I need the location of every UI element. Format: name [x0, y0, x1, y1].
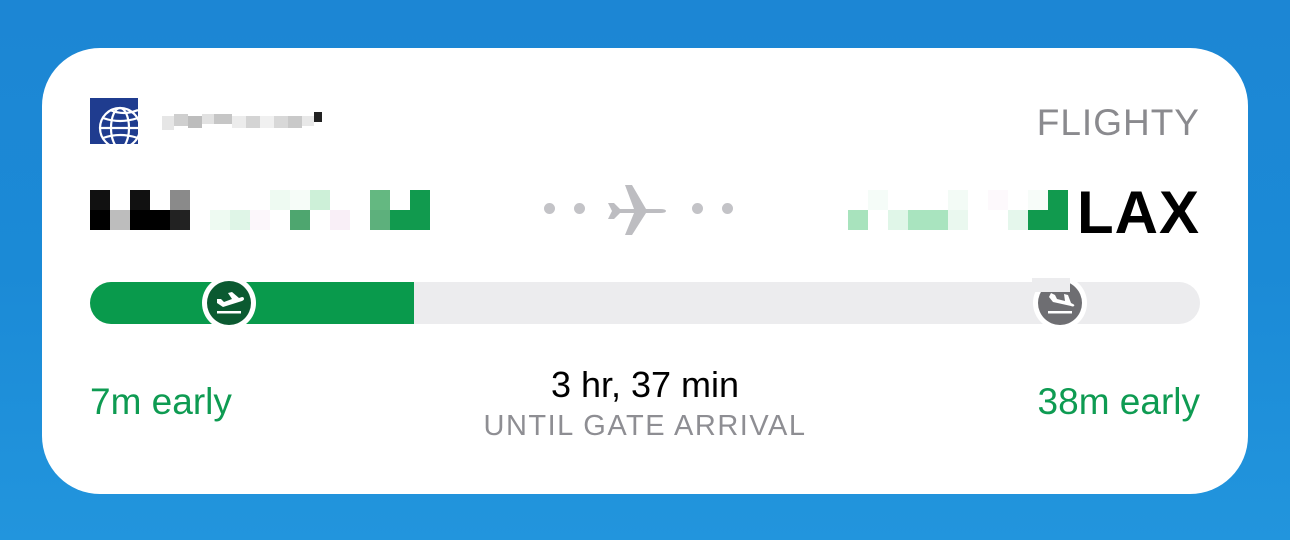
departure-marker	[202, 276, 256, 330]
takeoff-icon	[207, 281, 251, 325]
airline-logo	[90, 98, 138, 144]
app-brand-label: FLIGHTY	[1036, 102, 1200, 143]
route-dot	[722, 203, 733, 214]
flight-widget-card[interactable]: FLIGHTY LAX 7m early 3 hr, 37 min UNTIL …	[42, 48, 1248, 494]
route-dot	[574, 203, 585, 214]
route-dot	[544, 203, 555, 214]
flight-number-redacted	[162, 108, 322, 134]
redaction-block	[1032, 278, 1070, 292]
origin-airport-redacted	[90, 188, 435, 232]
destination-airport-code: LAX	[1077, 179, 1200, 246]
destination-city-redacted	[848, 188, 1078, 232]
arrival-status: 38m early	[1037, 381, 1200, 422]
airplane-icon	[606, 181, 668, 242]
route-connector	[542, 178, 742, 238]
flight-progress-track	[90, 276, 1200, 330]
route-dot	[692, 203, 703, 214]
